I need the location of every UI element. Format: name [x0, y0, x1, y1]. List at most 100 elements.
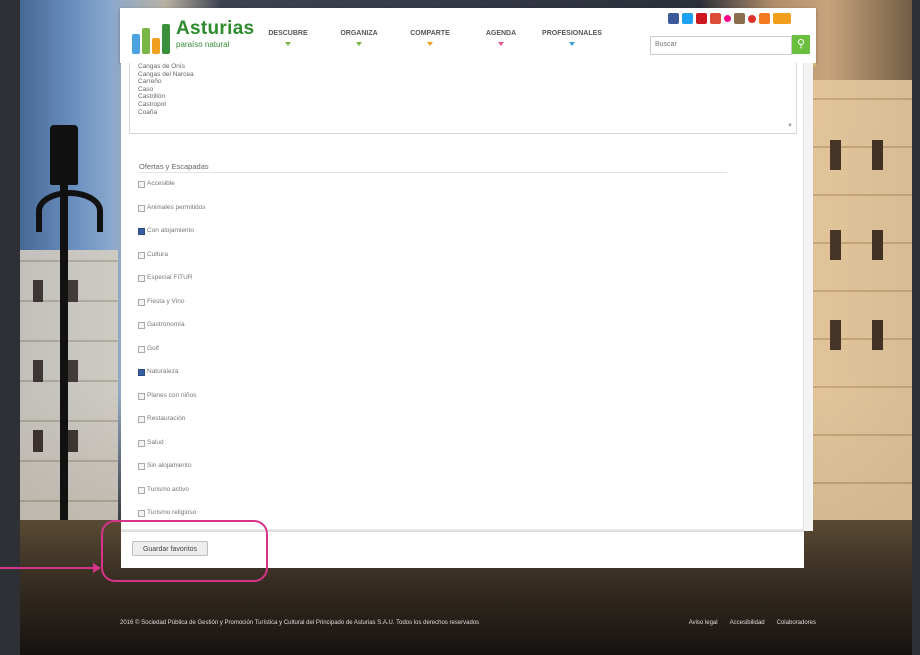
checkbox-row[interactable]: Planes con niños [138, 392, 206, 416]
checkbox-label: Accesible [147, 180, 175, 187]
checkbox[interactable] [138, 275, 145, 282]
arrow-head-icon [93, 563, 101, 573]
checkbox[interactable] [138, 204, 145, 212]
magnifier-icon: ⚲ [796, 38, 806, 50]
footer-link-legal[interactable]: Aviso legal [689, 620, 718, 626]
scrollbar[interactable] [803, 63, 813, 531]
list-item[interactable]: Caso [138, 86, 796, 94]
asturias-logo-icon[interactable] [132, 22, 170, 54]
right-edge [912, 0, 920, 655]
foursquare-icon[interactable] [759, 13, 770, 24]
municipality-select[interactable]: Cangas de Onís Cangas del Narcea Carreño… [129, 63, 797, 134]
nav-comparte[interactable]: COMPARTE [400, 30, 460, 46]
flickr-icon[interactable] [724, 15, 731, 22]
checkbox-row[interactable]: Sin alojamiento [138, 462, 206, 486]
checkbox[interactable] [138, 181, 145, 188]
offers-title: Ofertas y Escapadas [139, 162, 209, 171]
copyright-text: 2016 © Sociedad Pública de Gestión y Pro… [120, 620, 480, 626]
checkbox[interactable] [138, 392, 145, 400]
checkbox[interactable] [138, 439, 145, 447]
list-item[interactable]: Carreño [138, 78, 796, 86]
checkbox-label: Sin alojamiento [147, 462, 192, 469]
checkbox-row[interactable]: Accesible [138, 180, 206, 204]
search-input[interactable] [651, 37, 779, 52]
checkbox[interactable] [138, 251, 145, 259]
checkbox-row[interactable]: Especial FITUR [138, 274, 206, 298]
facebook-icon[interactable] [668, 13, 679, 24]
chevron-down-icon [569, 42, 575, 46]
highlight-circle [101, 520, 268, 582]
checkbox-label: Turismo religioso [147, 509, 197, 516]
logo-title[interactable]: Asturias [176, 18, 254, 40]
street-lamp [50, 125, 78, 185]
pinterest-icon[interactable] [748, 15, 756, 23]
checkbox-label: Con alojamiento [147, 227, 194, 234]
footer-link-accessibility[interactable]: Accesibilidad [730, 620, 765, 626]
nav-profesionales[interactable]: PROFESIONALES [542, 30, 602, 46]
checkbox[interactable] [138, 416, 145, 423]
scroll-down-icon[interactable]: ▼ [787, 123, 793, 129]
checkbox-row[interactable]: Naturaleza [138, 368, 206, 392]
chevron-down-icon [427, 42, 433, 46]
list-item[interactable]: Cangas de Onís [138, 63, 796, 71]
left-edge [0, 0, 20, 655]
divider [139, 172, 727, 173]
nav-organiza[interactable]: ORGANIZA [329, 30, 389, 46]
site-header: Asturias paraíso natural DESCUBRE ORGANI… [120, 8, 816, 67]
checkbox[interactable] [138, 486, 145, 494]
checkbox-label: Cultura [147, 250, 168, 258]
chevron-down-icon [498, 42, 504, 46]
googleplus-icon[interactable] [710, 13, 721, 24]
checkbox-row[interactable]: Fiesta y Vino [138, 298, 206, 322]
social-links [668, 13, 791, 24]
chevron-down-icon [285, 42, 291, 46]
instagram-icon[interactable] [734, 13, 745, 24]
rss-icon[interactable] [773, 13, 791, 24]
checkbox-row[interactable]: Turismo activo [138, 486, 206, 510]
checkbox-label: Turismo activo [147, 485, 190, 493]
checkbox-label: Especial FITUR [147, 274, 193, 281]
checkbox[interactable] [138, 463, 145, 470]
checkbox[interactable] [138, 322, 145, 329]
favorites-form: Cangas de Onís Cangas del Narcea Carreño… [121, 63, 813, 531]
site-footer: 2016 © Sociedad Pública de Gestión y Pro… [120, 620, 816, 632]
checkbox-label: Gastronomía [147, 321, 185, 328]
checkbox-row[interactable]: Salud [138, 439, 206, 463]
checkbox-label: Salud [147, 438, 164, 446]
checkbox-label: Planes con niños [147, 391, 197, 399]
chevron-down-icon [356, 42, 362, 46]
checkbox-label: Fiesta y Vino [147, 297, 185, 305]
checkbox-row[interactable]: Animales permitidos [138, 204, 206, 228]
search-button[interactable]: ⚲ [792, 35, 810, 54]
checkbox-label: Animales permitidos [147, 203, 206, 211]
youtube-icon[interactable] [696, 13, 707, 24]
checkbox[interactable] [138, 510, 145, 517]
search-field [650, 36, 792, 55]
main-nav: DESCUBRE ORGANIZA COMPARTE AGENDA PROFES… [258, 30, 613, 46]
checkbox-row[interactable]: Cultura [138, 251, 206, 275]
list-item[interactable]: Castrillón [138, 93, 796, 101]
checkbox-row[interactable]: Golf [138, 345, 206, 369]
checkbox-checked[interactable] [138, 228, 145, 235]
checkbox-checked[interactable] [138, 369, 145, 376]
checkbox[interactable] [138, 345, 145, 353]
logo-subtitle: paraíso natural [176, 40, 230, 49]
checkbox-label: Golf [147, 344, 159, 352]
list-item[interactable]: Cangas del Narcea [138, 71, 796, 79]
footer-links: Aviso legal Accesibilidad Colaboradores [689, 620, 816, 626]
checkbox-label: Naturaleza [147, 368, 179, 375]
building-right [812, 80, 912, 530]
checkbox-row[interactable]: Gastronomía [138, 321, 206, 345]
footer-link-collaborators[interactable]: Colaboradores [777, 620, 816, 626]
nav-descubre[interactable]: DESCUBRE [258, 30, 318, 46]
nav-agenda[interactable]: AGENDA [471, 30, 531, 46]
street-lamp-arm [36, 190, 103, 232]
checkbox-label: Restauración [147, 415, 186, 422]
list-item[interactable]: Coaña [138, 109, 796, 117]
twitter-icon[interactable] [682, 13, 693, 24]
list-item[interactable]: Castropol [138, 101, 796, 109]
checkbox[interactable] [138, 298, 145, 306]
checkbox-row[interactable]: Con alojamiento [138, 227, 206, 251]
municipality-list: Cangas de Onís Cangas del Narcea Carreño… [130, 63, 796, 116]
checkbox-row[interactable]: Restauración [138, 415, 206, 439]
